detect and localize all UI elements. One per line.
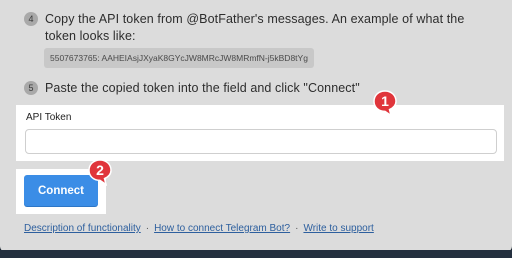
- step-instruction-text: Copy the API token from @BotFather's mes…: [45, 12, 465, 43]
- step-4: 4 Copy the API token from @BotFather's m…: [24, 11, 484, 45]
- api-token-label: API Token: [26, 112, 72, 123]
- annotation-marker-1: 1: [372, 89, 400, 118]
- description-of-functionality-link[interactable]: Description of functionality: [24, 223, 141, 234]
- step-5: 5 Paste the copied token into the field …: [24, 80, 484, 97]
- marker-number: 2: [96, 162, 104, 178]
- link-separator: ·: [145, 223, 150, 234]
- annotation-marker-2: 2: [87, 158, 115, 187]
- connect-bot-dialog: 4 Copy the API token from @BotFather's m…: [0, 0, 512, 252]
- step-instruction-text: Paste the copied token into the field an…: [45, 81, 360, 95]
- write-to-support-link[interactable]: Write to support: [303, 223, 373, 234]
- how-to-connect-telegram-bot-link[interactable]: How to connect Telegram Bot?: [154, 223, 290, 234]
- api-token-field-group: API Token: [16, 105, 504, 161]
- marker-number: 1: [381, 93, 389, 109]
- token-example: 5507673765: AAHEIAsjJXyaK8GYcJW8MRcJW8MR…: [44, 48, 314, 68]
- link-separator: ·: [295, 223, 299, 234]
- step-number-badge: 5: [24, 81, 38, 95]
- api-token-input[interactable]: [25, 129, 497, 154]
- footer-links: Description of functionality · How to conn…: [24, 223, 374, 234]
- step-number-badge: 4: [24, 12, 38, 26]
- background-page-strip: [0, 250, 512, 258]
